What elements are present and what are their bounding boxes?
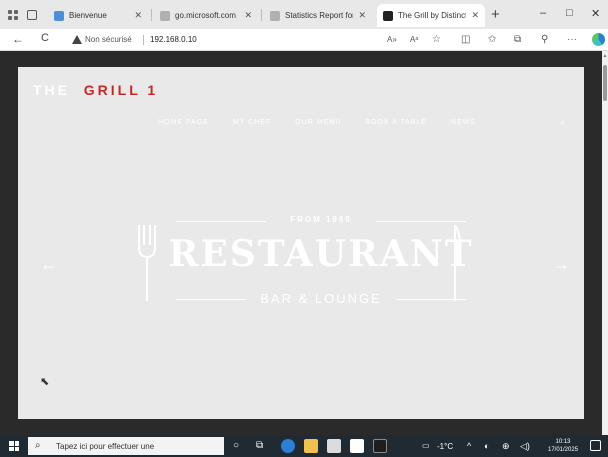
- address-input[interactable]: 192.168.0.10: [150, 35, 197, 44]
- divider-line: [376, 221, 466, 222]
- tab-favicon-icon: [383, 10, 393, 21]
- warning-icon[interactable]: [72, 35, 82, 44]
- network-icon[interactable]: ⊕: [502, 441, 510, 452]
- tab-statistics-report[interactable]: Statistics Report for H ✕: [264, 4, 372, 27]
- tray-chevron-icon[interactable]: ^: [467, 441, 471, 451]
- menu-item-book[interactable]: BOOK A TABLE: [365, 119, 427, 126]
- address-divider: [143, 35, 144, 45]
- hero-headline: RESTAURANT: [168, 233, 474, 275]
- taskbar-clock[interactable]: 10:13 17/01/2025: [548, 438, 578, 454]
- tagline: FROM 1960: [290, 215, 352, 224]
- slider-prev-button[interactable]: ←: [40, 254, 58, 275]
- taskbar-search-input[interactable]: ⌕ Tapez ici pour effectuer une: [28, 437, 224, 455]
- tab-strip: Bienvenue ✕ go.microsoft.com ✕ Statistic…: [0, 0, 608, 29]
- menu-item-menu[interactable]: OUR MENU: [295, 119, 341, 126]
- tray-app-icon[interactable]: ◐: [484, 441, 489, 451]
- reload-button[interactable]: C: [41, 32, 49, 44]
- slider-next-button[interactable]: →: [552, 254, 570, 275]
- read-aloud-icon[interactable]: A»: [387, 35, 397, 44]
- scrollbar-thumb[interactable]: [603, 65, 607, 101]
- fork-icon: [138, 225, 156, 301]
- divider-line: [396, 299, 466, 300]
- collections-icon[interactable]: ⧉: [514, 34, 521, 45]
- weather-temp[interactable]: -1°C: [437, 442, 453, 451]
- tab-favicon-icon: [160, 10, 170, 21]
- menu-item-home[interactable]: HOME PAGE: [158, 119, 209, 126]
- menu-item-news[interactable]: NEWS: [451, 119, 476, 126]
- logo-name: GRILL 1: [83, 82, 159, 98]
- logo-prefix: THE: [33, 82, 70, 98]
- menu-toggle-icon[interactable]: ⌕: [560, 117, 565, 128]
- task-view-icon[interactable]: ⧉: [256, 440, 263, 451]
- more-icon[interactable]: ···: [567, 34, 577, 45]
- tab-the-grill[interactable]: The Grill by Distinctiv ✕: [377, 4, 485, 27]
- close-tab-icon[interactable]: ✕: [134, 10, 142, 21]
- cortana-icon[interactable]: ○: [233, 440, 239, 451]
- back-button[interactable]: ←: [12, 32, 24, 46]
- edge-taskbar-icon[interactable]: [281, 439, 295, 453]
- maximize-button[interactable]: □: [566, 7, 573, 19]
- mail-icon[interactable]: [350, 439, 364, 453]
- split-screen-icon[interactable]: ◫: [461, 34, 470, 45]
- workspaces-icon[interactable]: [8, 10, 18, 20]
- edge-icon[interactable]: [592, 33, 605, 46]
- close-tab-icon[interactable]: ✕: [358, 10, 366, 21]
- tab-favicon-icon: [270, 10, 280, 21]
- close-window-button[interactable]: ✕: [591, 7, 600, 20]
- clock-date: 17/01/2025: [548, 447, 579, 453]
- search-icon: ⌕: [35, 440, 41, 451]
- minimize-button[interactable]: –: [540, 7, 546, 19]
- notifications-icon[interactable]: [590, 440, 601, 451]
- extensions-icon[interactable]: ⚲: [541, 34, 548, 45]
- subline-row: BAR & LOUNGE: [176, 291, 466, 306]
- tagline-row: FROM 1960: [176, 215, 466, 227]
- tab-divider: [261, 9, 262, 21]
- address-toolbar: ← C Non sécurisé 192.168.0.10 A» Aᵃ ☆ ◫ …: [0, 29, 608, 51]
- close-tab-icon[interactable]: ✕: [471, 10, 479, 21]
- tab-label: Bienvenue: [69, 11, 107, 20]
- main-menu: HOME PAGE MY CHEF OUR MENU BOOK A TABLE …: [158, 119, 476, 126]
- volume-icon[interactable]: ◁): [520, 441, 530, 452]
- screen: Bienvenue ✕ go.microsoft.com ✕ Statistic…: [0, 0, 608, 457]
- favorite-icon[interactable]: ☆: [432, 34, 441, 45]
- windows-taskbar: ⌕ Tapez ici pour effectuer une ○ ⧉ ▭ -1°…: [0, 435, 608, 457]
- tab-label: Statistics Report for H: [285, 11, 353, 20]
- terminal-icon[interactable]: [373, 439, 387, 453]
- web-content: THE GRILL 1 HOME PAGE MY CHEF OUR MENU B…: [0, 51, 602, 435]
- search-placeholder: Tapez ici pour effectuer une: [56, 442, 155, 451]
- font-icon[interactable]: Aᵃ: [410, 35, 418, 44]
- tab-favicon-icon: [54, 10, 64, 21]
- tab-label: go.microsoft.com: [175, 11, 236, 20]
- start-button[interactable]: [9, 441, 19, 451]
- tab-strip-left-icons: [8, 9, 37, 21]
- store-icon[interactable]: [327, 439, 341, 453]
- scroll-up-icon[interactable]: ▲: [602, 53, 608, 59]
- tab-label: The Grill by Distinctiv: [398, 11, 467, 20]
- tab-actions-icon[interactable]: [27, 10, 37, 20]
- mouse-cursor-icon: ⬉: [40, 376, 50, 388]
- new-tab-button[interactable]: +: [491, 6, 500, 23]
- tab-divider: [151, 9, 152, 21]
- favorites-icon[interactable]: ✩: [488, 34, 496, 45]
- clock-time: 10:13: [555, 439, 571, 445]
- page-scrollbar[interactable]: ▲: [602, 51, 608, 435]
- menu-item-chef[interactable]: MY CHEF: [233, 119, 271, 126]
- close-tab-icon[interactable]: ✕: [244, 10, 252, 21]
- tab-go-microsoft[interactable]: go.microsoft.com ✕: [154, 4, 258, 27]
- weather-icon[interactable]: ▭: [422, 441, 430, 450]
- hero-slider: THE GRILL 1 HOME PAGE MY CHEF OUR MENU B…: [18, 67, 584, 419]
- tab-bienvenue[interactable]: Bienvenue ✕: [48, 4, 148, 27]
- file-explorer-icon[interactable]: [304, 439, 318, 453]
- security-label[interactable]: Non sécurisé: [85, 35, 132, 44]
- site-logo[interactable]: THE GRILL 1: [33, 82, 158, 98]
